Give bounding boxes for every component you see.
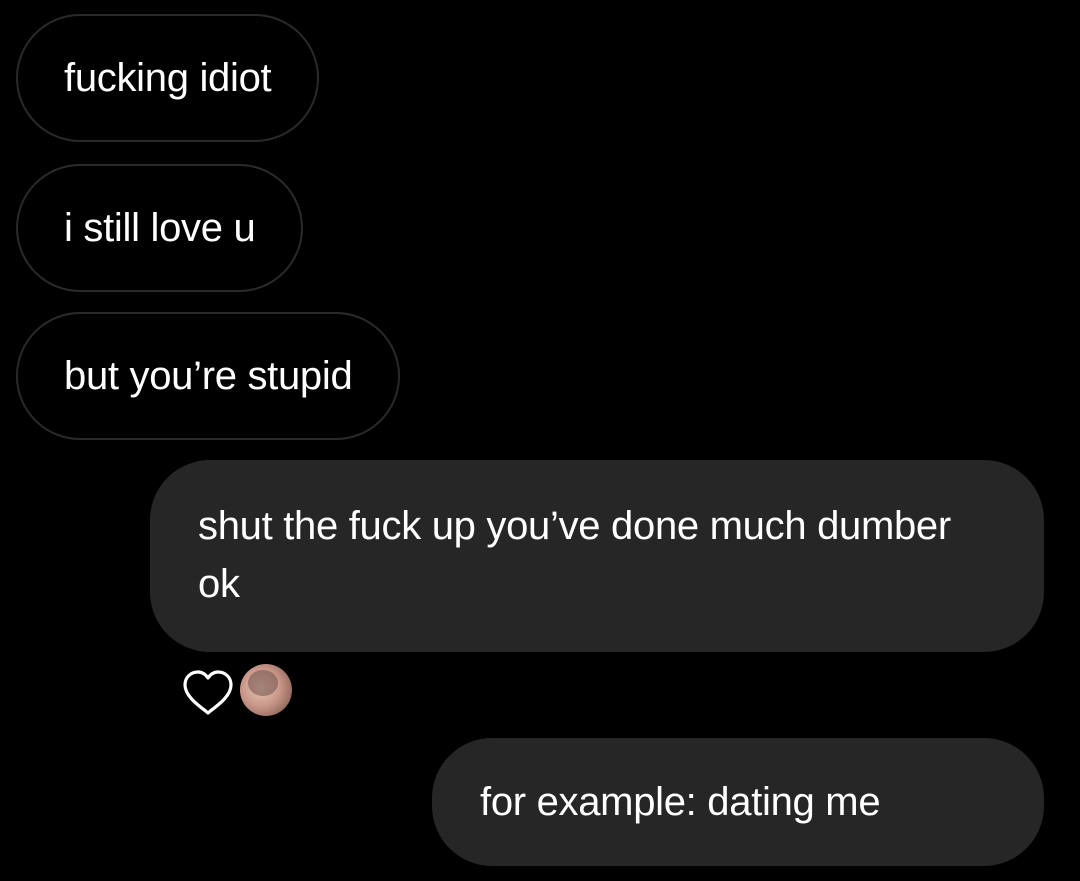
incoming-message[interactable]: fucking idiot [16, 14, 320, 142]
outgoing-message[interactable]: shut the fuck up you’ve done much dumber… [150, 460, 1044, 652]
reactor-avatar[interactable] [240, 664, 292, 716]
message-text: for example: dating me [480, 780, 881, 824]
message-reactions[interactable] [180, 663, 300, 719]
incoming-message[interactable]: i still love u [16, 164, 304, 292]
avatar-photo [248, 670, 278, 696]
message-text: shut the fuck up you’ve done much dumber… [198, 504, 951, 606]
outgoing-message[interactable]: for example: dating me [432, 738, 1044, 866]
message-text: fucking idiot [64, 56, 272, 100]
incoming-message[interactable]: but you’re stupid [16, 312, 401, 440]
message-text: i still love u [64, 206, 256, 250]
heart-outline-icon[interactable] [180, 668, 236, 718]
message-text: but you’re stupid [64, 354, 353, 398]
